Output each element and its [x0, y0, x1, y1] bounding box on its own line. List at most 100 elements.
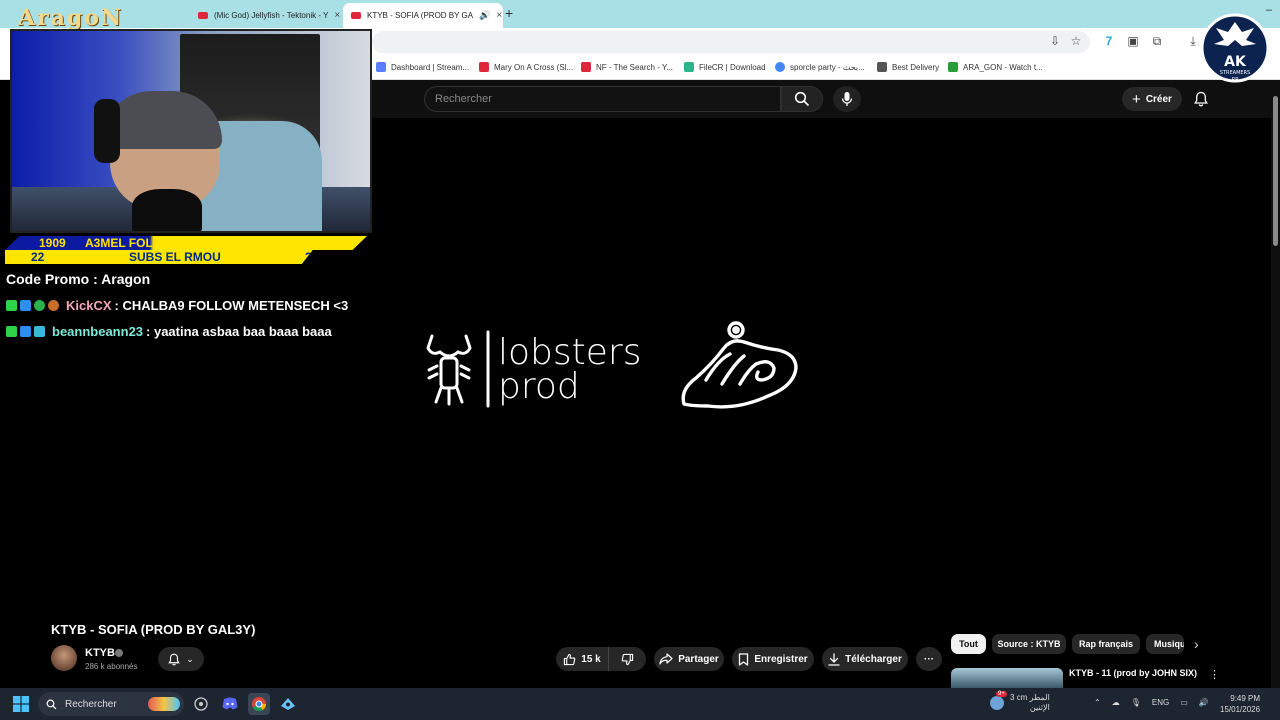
subscriber-badge-icon	[34, 325, 45, 337]
system-tray: ⌃ ☁ 🎙 ENG ▭ 🔊	[1094, 698, 1209, 707]
logo-text-line2: prod	[498, 366, 580, 407]
chip-music[interactable]: Musique	[1146, 634, 1184, 654]
download-icon[interactable]: ⤓	[1185, 33, 1201, 49]
more-actions-button[interactable]: ···	[916, 647, 942, 671]
share-button[interactable]: Partager	[654, 647, 724, 671]
create-label: Créer	[1145, 93, 1172, 105]
weather-widget[interactable]: 9+ 3 cm المطر الإثنين	[990, 691, 1050, 713]
microphone-icon[interactable]: 🎙	[1131, 698, 1141, 707]
headset	[94, 99, 120, 163]
logo-line3: RP	[1232, 77, 1239, 83]
create-button[interactable]: + Créer	[1122, 87, 1182, 111]
subscription-notifications-button[interactable]: ⌄	[158, 647, 204, 671]
chat-username: beannbeann23	[52, 323, 144, 339]
youtube-icon	[581, 62, 591, 72]
weather-rain-icon: 9+	[990, 691, 1007, 710]
chip-all[interactable]: Tout	[951, 634, 986, 654]
scrollbar-thumb[interactable]	[1273, 96, 1278, 246]
recommendation-menu-icon[interactable]: ⋮	[1209, 668, 1220, 681]
logo-line1: AK	[1224, 54, 1247, 70]
plus-icon: +	[1132, 90, 1141, 108]
download-label: Télécharger	[845, 653, 902, 665]
stream-title: AragoN	[18, 5, 124, 31]
follow-target: 5000	[313, 236, 340, 250]
bookmark-label: FileCR | Download	[699, 62, 766, 72]
recommendation-thumbnail[interactable]	[951, 668, 1063, 688]
bookmark-item[interactable]: Dashboard | Stream...	[376, 60, 469, 74]
chip-source-ktyb[interactable]: Source : KTYB	[992, 634, 1066, 654]
subs-goal: 22 SUBS EL RMOU 25	[5, 250, 319, 264]
subs-target: 25	[305, 250, 319, 264]
bookmark-label: Dashboard | Stream...	[391, 62, 470, 72]
voice-search-button[interactable]	[833, 86, 861, 112]
install-app-icon[interactable]: ⇩	[1047, 33, 1063, 49]
follow-goal: 1909 A3MEL FOLLOW YEHDIK YA WELDI 5000	[5, 236, 367, 250]
speaker-icon[interactable]: 🔊	[479, 10, 490, 21]
share-icon	[659, 653, 673, 665]
chevron-up-icon[interactable]: ⌃	[1094, 698, 1101, 707]
steam-icon[interactable]	[277, 693, 299, 715]
search-input[interactable]: Rechercher	[424, 86, 781, 112]
like-count: 15 k	[581, 653, 601, 665]
save-label: Enregistrer	[754, 653, 808, 665]
weather-alert-badge: 9+	[996, 691, 1007, 697]
youtube-icon	[351, 12, 361, 19]
address-bar[interactable]	[372, 31, 1090, 53]
volume-icon[interactable]: 🔊	[1199, 698, 1209, 707]
bookmark-star-icon[interactable]: ☆	[1068, 33, 1084, 49]
screenshot-icon[interactable]: ▣	[1125, 33, 1141, 49]
save-button[interactable]: Enregistrer	[732, 647, 814, 671]
display-icon[interactable]: ▭	[1180, 698, 1188, 707]
taskbar-search[interactable]: Rechercher	[38, 692, 184, 716]
onedrive-icon[interactable]: ☁	[1112, 698, 1120, 707]
bookmark-label: ARA_GON - Watch t...	[963, 62, 1043, 72]
video-title: KTYB - SOFIA (PROD BY GAL3Y)	[51, 622, 256, 637]
youtube-icon	[198, 12, 208, 19]
tab-ktyb-sofia[interactable]: KTYB - SOFIA (PROD BY GA 🔊 ×	[343, 3, 503, 28]
logo-line2: STREAMERS	[1220, 70, 1250, 76]
channel-name[interactable]: KTYB	[85, 647, 115, 659]
language-indicator[interactable]: ENG	[1152, 698, 1169, 707]
delivery-icon	[877, 62, 887, 72]
tab-jellyfish[interactable]: (Mic God) Jellyfish - Tektonik - Y ×	[190, 3, 342, 28]
extension-icon[interactable]: 7	[1101, 33, 1117, 49]
chat-message: beannbeann23 : yaatina asbaa baa baaa ba…	[6, 322, 332, 340]
subs-count: 22	[31, 250, 45, 264]
like-button[interactable]: 15 k	[556, 647, 608, 671]
windows-start-icon[interactable]	[13, 696, 29, 712]
clock-date: 15/01/2026	[1220, 705, 1261, 714]
webcam-feed	[10, 29, 372, 233]
kick-icon	[948, 62, 958, 72]
task-view-icon[interactable]	[190, 693, 212, 715]
bookmark-item[interactable]: ARA_GON - Watch t...	[948, 60, 1043, 74]
bookmark-item[interactable]: FileCR | Download	[684, 60, 766, 74]
dislike-button[interactable]	[608, 647, 646, 671]
clock-time: 9:49 PM	[1230, 694, 1261, 703]
lobsters-prod-logo: lobsters prod	[426, 330, 640, 408]
search-button[interactable]	[781, 86, 823, 112]
discord-icon[interactable]	[219, 693, 241, 715]
new-tab-button[interactable]: +	[505, 5, 513, 21]
bookmark-favicon-icon	[376, 62, 386, 72]
taskbar-clock[interactable]: 9:49 PM 15/01/2026	[1220, 693, 1260, 715]
extensions-puzzle-icon[interactable]: ⧉	[1149, 33, 1165, 49]
promo-code: Code Promo : Aragon	[6, 271, 151, 287]
recommendation-title[interactable]: KTYB - 11 (prod by JOHN SIX)	[1069, 668, 1197, 678]
bookmark-item[interactable]: NF - The Search - Y...	[581, 60, 673, 74]
chip-rap-francais[interactable]: Rap français	[1072, 634, 1140, 654]
bookmark-item[interactable]: Best Delivery	[877, 60, 939, 74]
close-icon[interactable]: ×	[496, 10, 502, 21]
bell-icon	[168, 653, 180, 665]
bookmark-item[interactable]: Mary On A Cross (Sl...	[479, 60, 573, 74]
google-icon	[775, 62, 785, 72]
chrome-icon[interactable]	[248, 693, 270, 715]
channel-avatar[interactable]	[51, 645, 77, 671]
subs-goal-text: SUBS EL RMOU	[129, 250, 221, 264]
chevron-right-icon[interactable]: ›	[1194, 636, 1199, 652]
thumbs-down-icon	[621, 653, 634, 665]
bookmark-item[interactable]: sporcle party - بحث...	[775, 60, 865, 74]
subscriber-count: 286 k abonnés	[85, 662, 138, 671]
boost-badge-icon	[20, 299, 31, 311]
close-icon[interactable]: ×	[334, 10, 340, 21]
download-button[interactable]: Télécharger	[822, 647, 908, 671]
